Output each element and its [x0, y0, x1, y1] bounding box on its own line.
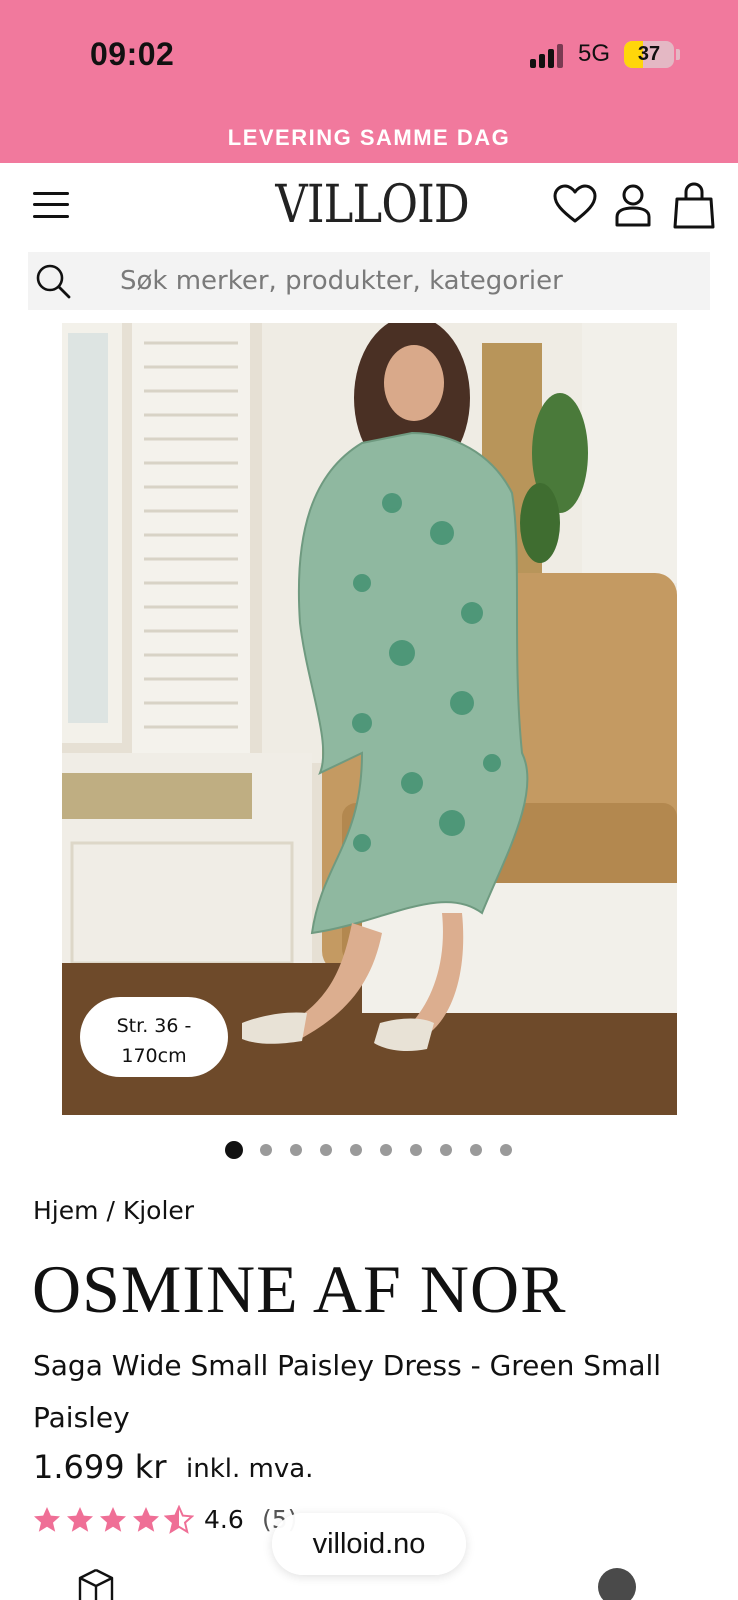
carousel-dot[interactable] — [410, 1144, 422, 1156]
browser-url-pill[interactable]: villoid.no — [272, 1513, 466, 1575]
site-header: VILLOID — [0, 163, 738, 245]
search-input[interactable] — [120, 252, 700, 310]
size-badge: Str. 36 - 170cm — [80, 997, 228, 1077]
rating-value: 4.6 — [204, 1505, 244, 1534]
breadcrumb-category[interactable]: Kjoler — [123, 1196, 194, 1225]
carousel-dots — [0, 1140, 738, 1160]
star-icon — [133, 1507, 159, 1532]
chat-icon[interactable] — [598, 1568, 636, 1600]
breadcrumb-separator: / — [106, 1196, 115, 1225]
size-badge-line-2: 170cm — [121, 1045, 187, 1067]
box-icon[interactable] — [78, 1568, 114, 1600]
network-label: 5G — [578, 40, 611, 67]
user-icon[interactable] — [610, 181, 656, 229]
battery-icon: 37 — [624, 41, 674, 68]
bag-icon[interactable] — [671, 181, 717, 229]
breadcrumb: Hjem / Kjoler — [33, 1196, 194, 1225]
carousel-dot[interactable] — [500, 1144, 512, 1156]
top-banner-bar: 09:02 5G 37 LEVERING SAMME DAG — [0, 0, 738, 163]
half-star-icon — [164, 1505, 194, 1534]
signal-icon — [530, 44, 564, 68]
battery-level: 37 — [637, 43, 661, 65]
carousel-dot[interactable] — [350, 1144, 362, 1156]
size-badge-line-1: Str. 36 - — [116, 1015, 192, 1037]
carousel-dot[interactable] — [260, 1144, 272, 1156]
carousel-dot[interactable] — [470, 1144, 482, 1156]
battery-tip — [676, 49, 680, 60]
carousel-dot[interactable] — [225, 1141, 243, 1159]
star-icon — [67, 1507, 93, 1532]
site-logo[interactable]: VILLOID — [275, 175, 469, 235]
carousel-dot[interactable] — [320, 1144, 332, 1156]
vat-note: inkl. mva. — [186, 1454, 314, 1484]
product-name: Saga Wide Small Paisley Dress - Green Sm… — [33, 1349, 662, 1434]
search-bar[interactable] — [28, 252, 710, 310]
carousel-dot[interactable] — [440, 1144, 452, 1156]
carousel-dot[interactable] — [380, 1144, 392, 1156]
breadcrumb-home[interactable]: Hjem — [33, 1196, 98, 1225]
search-icon[interactable] — [34, 261, 72, 301]
carousel-dot[interactable] — [290, 1144, 302, 1156]
delivery-banner[interactable]: LEVERING SAMME DAG — [0, 125, 738, 151]
product-image[interactable]: Str. 36 - 170cm — [62, 323, 677, 1115]
menu-icon[interactable] — [33, 190, 69, 220]
status-time: 09:02 — [90, 36, 175, 72]
product-brand[interactable]: OSMINE AF NOR — [32, 1250, 566, 1329]
heart-icon[interactable] — [552, 181, 598, 229]
product-price: 1.699 kr — [33, 1448, 167, 1486]
star-icon — [34, 1507, 60, 1532]
star-icon — [100, 1507, 126, 1532]
